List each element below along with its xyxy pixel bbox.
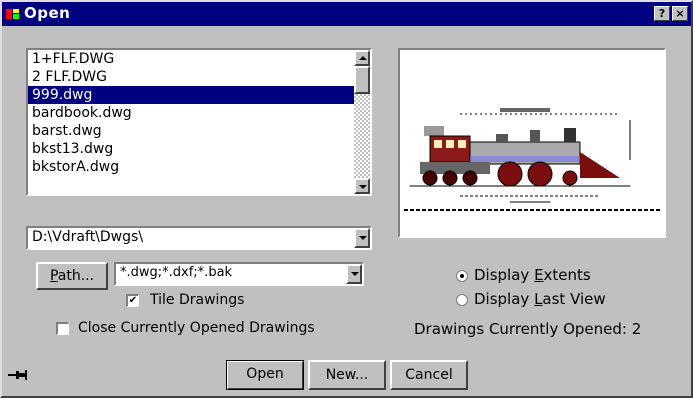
- file-list-item[interactable]: bkst13.dwg: [28, 140, 354, 158]
- open-dialog: Open ? × 1+FLF.DWG 2 FLF.DWG 999.dwg bardbo…: [0, 0, 693, 398]
- path-button-mnemonic: P: [49, 268, 58, 284]
- display-extents-radio[interactable]: [456, 270, 468, 282]
- display-extents-label: Display Extents: [474, 266, 591, 284]
- file-list-item[interactable]: 1+FLF.DWG: [28, 50, 354, 68]
- window-title: Open: [24, 4, 71, 22]
- locomotive-drawing-preview: [404, 108, 660, 211]
- directory-value: D:\Vdraft\Dwgs\: [32, 229, 144, 245]
- new-button[interactable]: New...: [308, 360, 386, 390]
- open-button[interactable]: Open: [226, 360, 304, 390]
- close-button[interactable]: ×: [672, 6, 688, 21]
- drawings-opened-status: Drawings Currently Opened: 2: [414, 320, 642, 338]
- scroll-thumb[interactable]: [354, 66, 370, 94]
- cancel-button[interactable]: Cancel: [390, 360, 468, 390]
- tile-drawings-checkbox[interactable]: ✔: [126, 294, 139, 307]
- close-opened-label: Close Currently Opened Drawings: [78, 320, 315, 336]
- checkmark-icon: ✔: [128, 295, 138, 306]
- chevron-down-icon: [359, 236, 367, 240]
- vdraft-app-icon: [6, 9, 19, 19]
- path-button-label: ath...: [57, 268, 95, 284]
- chevron-down-icon: [351, 272, 359, 276]
- help-button[interactable]: ?: [654, 6, 670, 21]
- file-list-items: 1+FLF.DWG 2 FLF.DWG 999.dwg bardbook.dwg bar…: [28, 50, 370, 176]
- close-opened-checkbox[interactable]: [56, 322, 69, 335]
- file-list-item[interactable]: 999.dwg: [28, 86, 354, 104]
- display-last-view-label: Display Last View: [474, 290, 606, 308]
- pushpin-icon[interactable]: [8, 368, 28, 382]
- filter-dropdown-button[interactable]: [346, 264, 362, 284]
- directory-dropdown-button[interactable]: [354, 228, 370, 248]
- title-bar[interactable]: Open ? ×: [2, 2, 691, 26]
- file-list-item[interactable]: 2 FLF.DWG: [28, 68, 354, 86]
- filter-value: *.dwg;*.dxf;*.bak: [120, 265, 233, 280]
- tile-drawings-label: Tile Drawings: [150, 292, 245, 308]
- radio-dot-icon: [460, 274, 464, 278]
- file-list-item[interactable]: bkstorA.dwg: [28, 158, 354, 176]
- file-list-item[interactable]: barst.dwg: [28, 122, 354, 140]
- arrow-up-icon: [359, 56, 367, 60]
- display-last-view-radio[interactable]: [456, 294, 468, 306]
- scroll-up-button[interactable]: [354, 50, 370, 66]
- file-list-scrollbar[interactable]: [354, 50, 370, 194]
- directory-combo[interactable]: D:\Vdraft\Dwgs\: [26, 226, 372, 250]
- scroll-down-button[interactable]: [354, 178, 370, 194]
- drawing-preview: [398, 48, 666, 238]
- file-list[interactable]: 1+FLF.DWG 2 FLF.DWG 999.dwg bardbook.dwg bar…: [26, 48, 372, 196]
- filter-combo[interactable]: *.dwg;*.dxf;*.bak: [114, 262, 364, 286]
- arrow-down-icon: [359, 185, 367, 189]
- path-button[interactable]: Path...: [36, 262, 108, 290]
- file-list-item[interactable]: bardbook.dwg: [28, 104, 354, 122]
